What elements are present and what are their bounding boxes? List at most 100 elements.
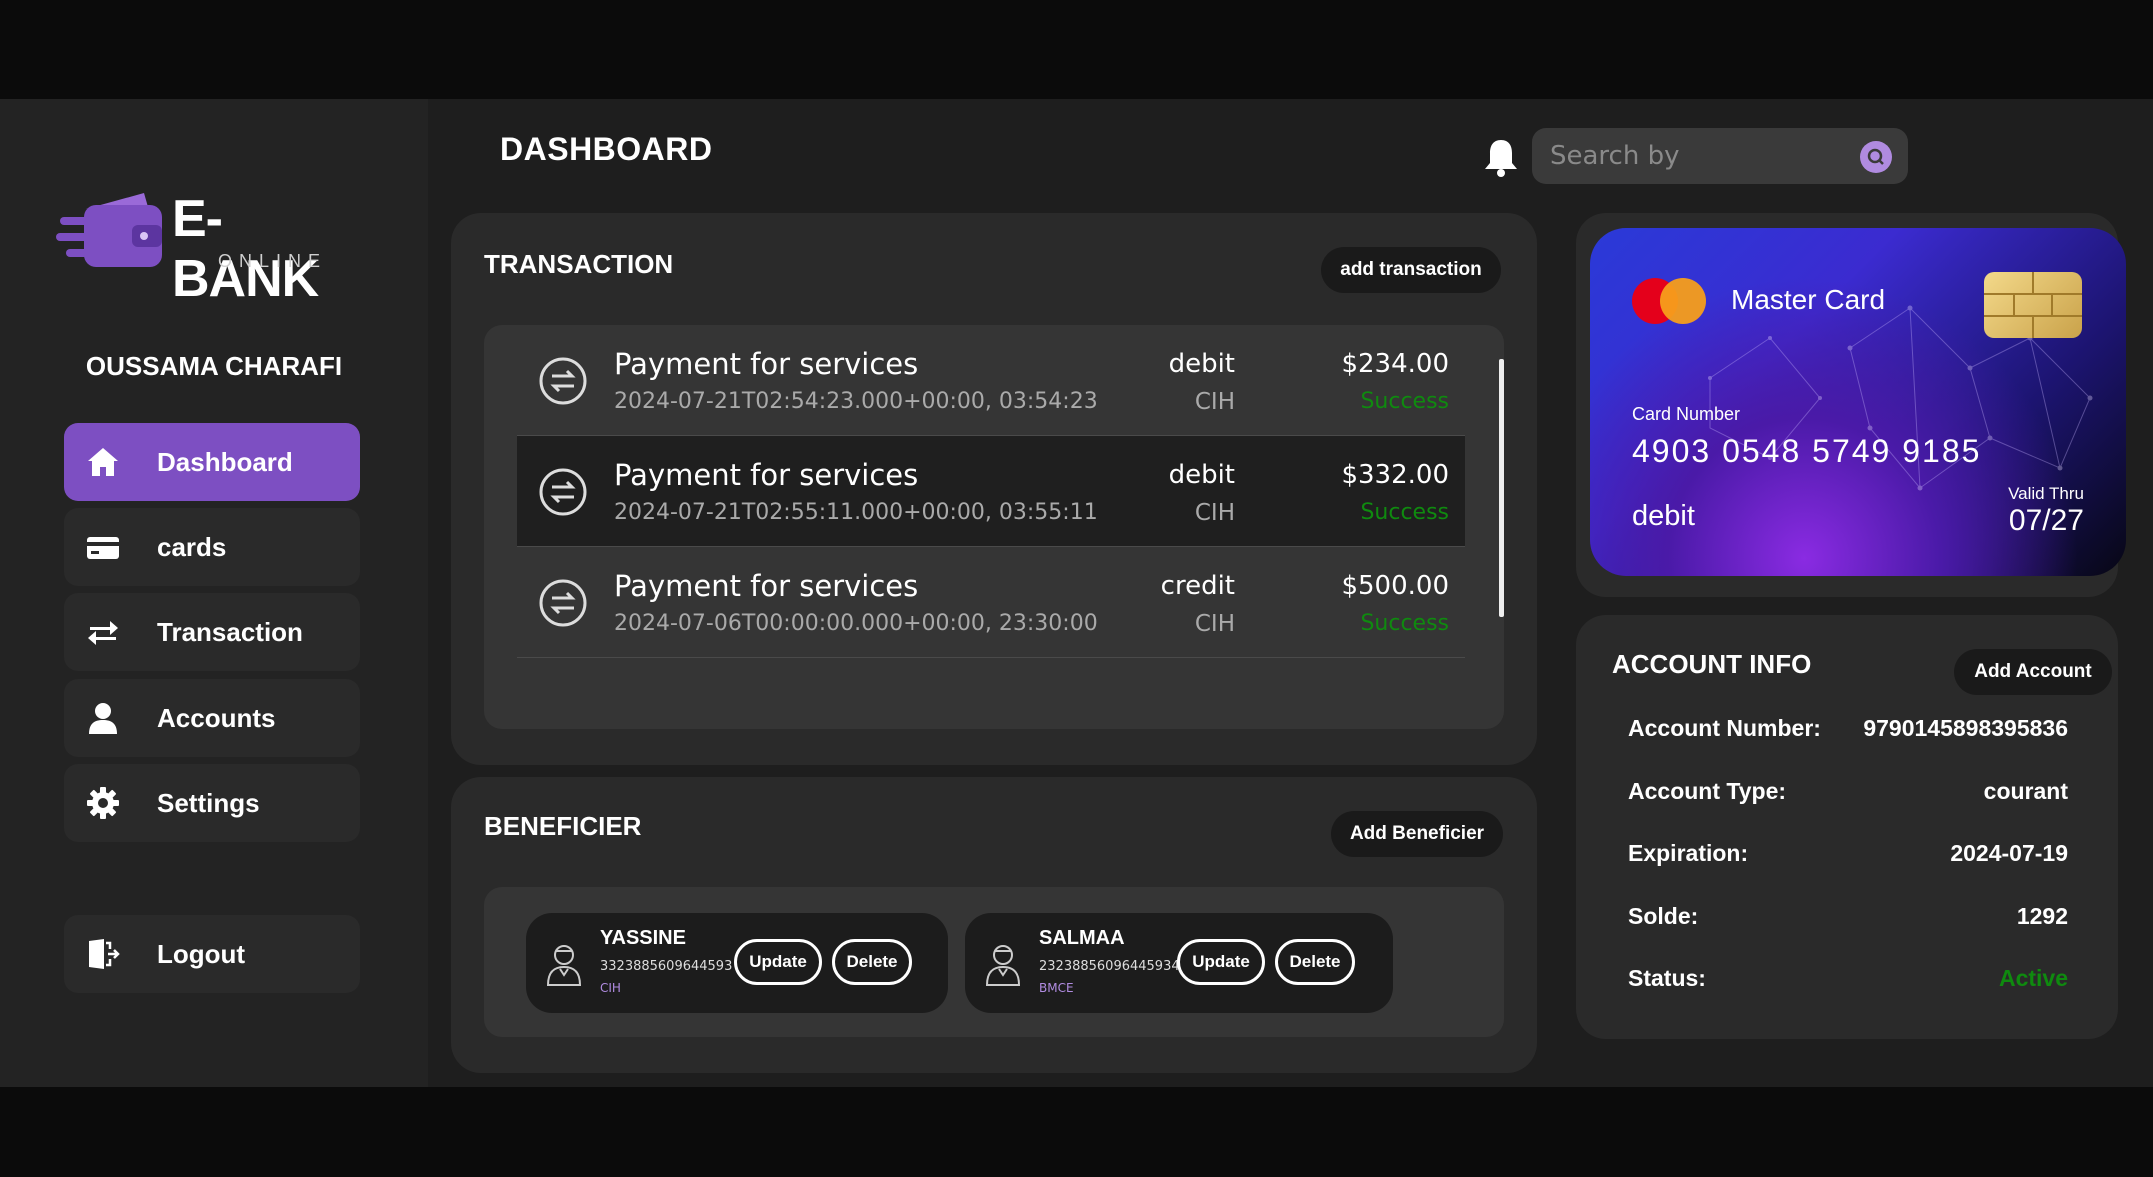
beneficiary-title: BENEFICIER (484, 811, 642, 841)
expiration-label: Expiration: (1628, 840, 1749, 866)
solde-label: Solde: (1628, 903, 1699, 929)
brand-tagline: ONLINE (218, 251, 328, 271)
transaction-date: 2024-07-21T02:55:11.000+00:00, 03:55:11 (614, 500, 1098, 525)
bell-icon[interactable] (1482, 137, 1520, 177)
person-avatar-icon (546, 945, 582, 986)
status-badge: Active (1998, 965, 2068, 991)
account-info-title: ACCOUNT INFO (1612, 649, 1812, 679)
transaction-type: credit (1160, 571, 1235, 601)
user-icon (89, 703, 117, 734)
transaction-bank: CIH (1194, 611, 1235, 637)
delete-button[interactable]: Delete (832, 939, 912, 985)
scrollbar[interactable] (1499, 359, 1504, 617)
transfer-icon (88, 621, 118, 645)
card-icon (87, 537, 119, 559)
transaction-type: debit (1168, 460, 1235, 490)
transaction-amount: $500.00 (1341, 571, 1449, 601)
card-number: 4903 0548 5749 9185 (1632, 433, 1982, 469)
beneficiary-card: YASSINE 3323885609644593 CIH Update Dele… (526, 913, 948, 1013)
sidebar: E-BANK ONLINE OUSSAMA CHARAFI Dashboard … (0, 99, 428, 1087)
transfer-circle-icon (539, 579, 587, 627)
logo: E-BANK ONLINE (56, 187, 366, 308)
search-bar[interactable]: Search by (1532, 128, 1908, 184)
beneficiary-list: YASSINE 3323885609644593 CIH Update Dele… (484, 887, 1504, 1037)
wallet-logo-icon (56, 193, 162, 267)
card-panel: Master Card Card Number 4903 0548 5749 9… (1576, 213, 2126, 597)
transaction-bank: CIH (1194, 389, 1235, 415)
transaction-date: 2024-07-21T02:54:23.000+00:00, 03:54:23 (614, 389, 1098, 414)
beneficiary-panel: BENEFICIER Add Beneficier YASSINE 332388… (451, 777, 1537, 1073)
table-row[interactable]: Payment for services 2024-07-06T00:00:00… (517, 547, 1465, 658)
valid-thru: 07/27 (2008, 504, 2084, 537)
transaction-title: Payment for services (614, 458, 919, 492)
beneficiary-number: 2323885609644593​4 (1039, 959, 1180, 974)
expiration-value: 2024-07-19 (1950, 840, 2068, 866)
transaction-title: Payment for services (614, 347, 919, 381)
beneficiary-bank: BMCE (1039, 981, 1074, 995)
transaction-type: debit (1168, 349, 1235, 379)
account-type-value: courant (1983, 778, 2068, 804)
user-name: OUSSAMA CHARAFI (85, 351, 343, 381)
sidebar-item-cards[interactable]: cards (64, 508, 360, 586)
sidebar-item-label: Accounts (157, 702, 276, 733)
transaction-title: Payment for services (614, 569, 919, 603)
chip-icon (1984, 272, 2082, 338)
solde-value: 1292 (2016, 903, 2068, 929)
account-number-value: 9790145898395836 (1863, 715, 2068, 741)
beneficiary-number: 3323885609644593 (600, 959, 733, 974)
table-row[interactable]: Payment for services 2024-07-21T02:55:11… (517, 436, 1465, 547)
transaction-title: TRANSACTION (484, 249, 674, 279)
sidebar-item-label: Settings (157, 787, 260, 818)
transaction-date: 2024-07-06T00:00:00.000+00:00, 23:30:00 (614, 611, 1098, 636)
sidebar-item-accounts[interactable]: Accounts (64, 679, 360, 757)
delete-button[interactable]: Delete (1275, 939, 1355, 985)
sidebar-item-label: cards (157, 531, 227, 562)
transaction-list: Payment for services 2024-07-21T02:54:23… (484, 325, 1504, 729)
sidebar-item-transaction[interactable]: Transaction (64, 593, 360, 671)
logout-button[interactable]: Logout (64, 915, 360, 993)
transaction-amount: $234.00 (1341, 349, 1449, 379)
gear-icon (87, 787, 119, 819)
sidebar-item-settings[interactable]: Settings (64, 764, 360, 842)
status-label: Status: (1628, 965, 1706, 991)
card-number-label: Card Number (1632, 404, 1741, 424)
card-brand: Master Card (1731, 284, 1886, 315)
account-info-panel: ACCOUNT INFO Add Account Account Number:… (1576, 615, 2118, 1039)
transaction-amount: $332.00 (1341, 460, 1449, 490)
mastercard-logo-icon (1660, 278, 1706, 324)
update-button[interactable]: Update (1177, 939, 1265, 985)
transaction-bank: CIH (1194, 500, 1235, 526)
credit-card[interactable]: Master Card Card Number 4903 0548 5749 9… (1590, 228, 2126, 576)
sidebar-item-label: Dashboard (157, 446, 293, 477)
logout-icon (89, 939, 120, 969)
sidebar-item-label: Transaction (157, 616, 303, 647)
person-avatar-icon (985, 945, 1021, 986)
add-beneficiary-button[interactable]: Add Beneficier (1331, 811, 1503, 857)
search-button[interactable] (1860, 141, 1892, 173)
transfer-circle-icon (539, 468, 587, 516)
logout-label: Logout (157, 938, 246, 969)
card-type: debit (1632, 500, 1695, 532)
beneficiary-name: SALMAA (1039, 927, 1125, 949)
beneficiary-name: YASSINE (600, 927, 686, 949)
add-transaction-button[interactable]: add transaction (1321, 247, 1501, 293)
main-content: DASHBOARD Search by TRANSACTION add tran… (428, 99, 2153, 1087)
search-input[interactable]: Search by (1550, 141, 1679, 171)
transaction-status: Success (1360, 500, 1449, 525)
beneficiary-bank: CIH (600, 981, 621, 995)
transfer-circle-icon (539, 357, 587, 405)
valid-thru-label: Valid Thru (2008, 484, 2084, 503)
table-row[interactable]: Payment for services 2024-07-21T02:54:23… (517, 325, 1465, 436)
brand-name: E-BANK (172, 190, 319, 308)
transaction-panel: TRANSACTION add transaction Payment for … (451, 213, 1537, 765)
page-title: DASHBOARD (500, 131, 713, 167)
account-number-label: Account Number: (1628, 715, 1821, 741)
home-icon (88, 448, 118, 476)
transaction-status: Success (1360, 389, 1449, 414)
app-window: E-BANK ONLINE OUSSAMA CHARAFI Dashboard … (0, 99, 2153, 1087)
search-icon (1867, 148, 1884, 165)
account-type-label: Account Type: (1628, 778, 1787, 804)
sidebar-item-dashboard[interactable]: Dashboard (64, 423, 360, 501)
update-button[interactable]: Update (734, 939, 822, 985)
add-account-button[interactable]: Add Account (1954, 649, 2112, 695)
